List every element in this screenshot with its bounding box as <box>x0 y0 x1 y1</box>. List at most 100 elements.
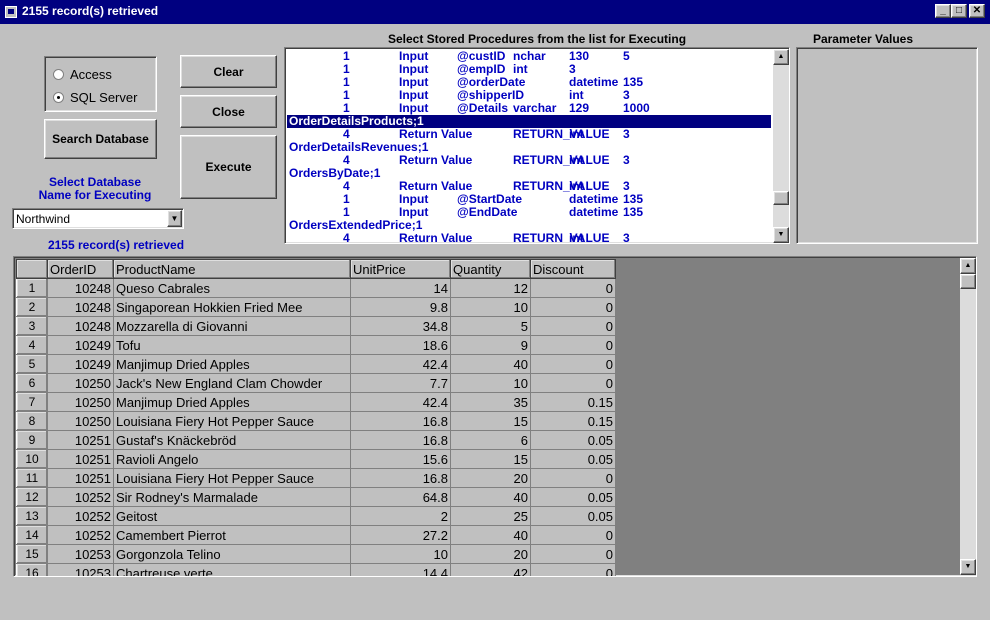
cell-unitprice[interactable]: 9.8 <box>350 297 451 317</box>
cell-productname[interactable]: Geitost <box>113 506 351 526</box>
table-row[interactable]: 10 10251 Ravioli Angelo 15.6 15 0.05 <box>16 449 616 469</box>
cell-productname[interactable]: Mozzarella di Giovanni <box>113 316 351 336</box>
cell-discount[interactable]: 0.05 <box>530 449 616 469</box>
table-row[interactable]: 6 10250 Jack's New England Clam Chowder 7.7… <box>16 373 616 393</box>
radio-sql-server-indicator[interactable] <box>53 91 64 103</box>
procedure-param-item[interactable]: 1 Input @empID int 3 <box>287 63 771 76</box>
minimize-button[interactable]: _ <box>935 4 951 18</box>
cell-quantity[interactable]: 5 <box>450 316 531 336</box>
cell-unitprice[interactable]: 14.4 <box>350 563 451 576</box>
cell-discount[interactable]: 0.15 <box>530 392 616 412</box>
column-header-unitprice[interactable]: UnitPrice <box>350 259 451 279</box>
procedure-param-item[interactable]: 1 Input @StartDate datetime 135 <box>287 193 771 206</box>
table-row[interactable]: 16 10253 Chartreuse verte 14.4 42 0 <box>16 563 616 576</box>
cell-orderid[interactable]: 10250 <box>47 411 114 431</box>
scroll-up-icon[interactable]: ▲ <box>773 49 789 65</box>
grid-corner[interactable] <box>16 259 48 279</box>
table-row[interactable]: 4 10249 Tofu 18.6 9 0 <box>16 335 616 355</box>
table-row[interactable]: 8 10250 Louisiana Fiery Hot Pepper Sauce 16… <box>16 411 616 431</box>
table-row[interactable]: 15 10253 Gorgonzola Telino 10 20 0 <box>16 544 616 564</box>
row-header[interactable]: 6 <box>16 373 48 393</box>
table-row[interactable]: 2 10248 Singaporean Hokkien Fried Mee 9.8 10… <box>16 297 616 317</box>
cell-productname[interactable]: Louisiana Fiery Hot Pepper Sauce <box>113 411 351 431</box>
cell-discount[interactable]: 0 <box>530 316 616 336</box>
execute-button[interactable]: Execute <box>180 135 277 199</box>
cell-unitprice[interactable]: 16.8 <box>350 430 451 450</box>
cell-quantity[interactable]: 42 <box>450 563 531 576</box>
row-header[interactable]: 8 <box>16 411 48 431</box>
cell-quantity[interactable]: 40 <box>450 525 531 545</box>
cell-quantity[interactable]: 20 <box>450 544 531 564</box>
cell-unitprice[interactable]: 10 <box>350 544 451 564</box>
row-header[interactable]: 7 <box>16 392 48 412</box>
grid-scroll-thumb[interactable] <box>960 274 976 289</box>
cell-orderid[interactable]: 10249 <box>47 335 114 355</box>
cell-quantity[interactable]: 9 <box>450 335 531 355</box>
cell-unitprice[interactable]: 64.8 <box>350 487 451 507</box>
parameter-values-box[interactable] <box>796 47 978 244</box>
cell-productname[interactable]: Ravioli Angelo <box>113 449 351 469</box>
cell-quantity[interactable]: 10 <box>450 297 531 317</box>
stored-procedures-list[interactable]: 1 Input @custID nchar 130 5 1 Input @empID int 3 1 I… <box>284 47 790 244</box>
close-button[interactable]: Close <box>180 95 277 128</box>
cell-orderid[interactable]: 10252 <box>47 506 114 526</box>
scroll-thumb[interactable] <box>773 191 789 205</box>
cell-orderid[interactable]: 10250 <box>47 373 114 393</box>
row-header[interactable]: 16 <box>16 563 48 576</box>
column-header-quantity[interactable]: Quantity <box>450 259 531 279</box>
cell-orderid[interactable]: 10251 <box>47 430 114 450</box>
cell-unitprice[interactable]: 16.8 <box>350 468 451 488</box>
cell-orderid[interactable]: 10248 <box>47 278 114 298</box>
table-row[interactable]: 1 10248 Queso Cabrales 14 12 0 <box>16 278 616 298</box>
cell-productname[interactable]: Camembert Pierrot <box>113 525 351 545</box>
cell-unitprice[interactable]: 42.4 <box>350 354 451 374</box>
cell-productname[interactable]: Gorgonzola Telino <box>113 544 351 564</box>
radio-access-indicator[interactable] <box>53 68 64 80</box>
cell-discount[interactable]: 0 <box>530 278 616 298</box>
row-header[interactable]: 14 <box>16 525 48 545</box>
cell-productname[interactable]: Chartreuse verte <box>113 563 351 576</box>
cell-quantity[interactable]: 35 <box>450 392 531 412</box>
cell-productname[interactable]: Manjimup Dried Apples <box>113 354 351 374</box>
cell-discount[interactable]: 0 <box>530 563 616 576</box>
column-header-productname[interactable]: ProductName <box>113 259 351 279</box>
cell-discount[interactable]: 0.05 <box>530 506 616 526</box>
procedure-param-item[interactable]: 4 Return Value RETURN_VALUE int 3 <box>287 232 771 244</box>
database-select[interactable]: Northwind ▼ <box>12 208 184 229</box>
cell-productname[interactable]: Queso Cabrales <box>113 278 351 298</box>
search-database-button[interactable]: Search Database <box>44 119 157 159</box>
cell-productname[interactable]: Singaporean Hokkien Fried Mee <box>113 297 351 317</box>
results-grid[interactable]: OrderID ProductName UnitPrice Quantity D… <box>13 256 977 577</box>
procedure-param-item[interactable]: 1 Input @orderDate datetime 135 <box>287 76 771 89</box>
cell-discount[interactable]: 0.15 <box>530 411 616 431</box>
cell-unitprice[interactable]: 27.2 <box>350 525 451 545</box>
procedure-param-item[interactable]: 1 Input @custID nchar 130 5 <box>287 50 771 63</box>
close-window-button[interactable]: ✕ <box>969 4 985 18</box>
cell-orderid[interactable]: 10248 <box>47 297 114 317</box>
cell-quantity[interactable]: 15 <box>450 411 531 431</box>
row-header[interactable]: 13 <box>16 506 48 526</box>
grid-scroll-down-icon[interactable]: ▼ <box>960 559 976 575</box>
cell-productname[interactable]: Jack's New England Clam Chowder <box>113 373 351 393</box>
cell-productname[interactable]: Louisiana Fiery Hot Pepper Sauce <box>113 468 351 488</box>
row-header[interactable]: 3 <box>16 316 48 336</box>
row-header[interactable]: 15 <box>16 544 48 564</box>
cell-unitprice[interactable]: 34.8 <box>350 316 451 336</box>
cell-orderid[interactable]: 10252 <box>47 487 114 507</box>
cell-productname[interactable]: Tofu <box>113 335 351 355</box>
dropdown-arrow-icon[interactable]: ▼ <box>167 210 182 227</box>
cell-discount[interactable]: 0 <box>530 373 616 393</box>
cell-productname[interactable]: Manjimup Dried Apples <box>113 392 351 412</box>
table-row[interactable]: 12 10252 Sir Rodney's Marmalade 64.8 40 0.05 <box>16 487 616 507</box>
table-row[interactable]: 14 10252 Camembert Pierrot 27.2 40 0 <box>16 525 616 545</box>
cell-orderid[interactable]: 10248 <box>47 316 114 336</box>
cell-discount[interactable]: 0.05 <box>530 430 616 450</box>
app-icon[interactable] <box>5 6 17 18</box>
row-header[interactable]: 5 <box>16 354 48 374</box>
maximize-button[interactable]: □ <box>951 4 967 18</box>
row-header[interactable]: 1 <box>16 278 48 298</box>
column-header-orderid[interactable]: OrderID <box>47 259 114 279</box>
cell-discount[interactable]: 0 <box>530 335 616 355</box>
cell-quantity[interactable]: 40 <box>450 487 531 507</box>
cell-discount[interactable]: 0 <box>530 525 616 545</box>
